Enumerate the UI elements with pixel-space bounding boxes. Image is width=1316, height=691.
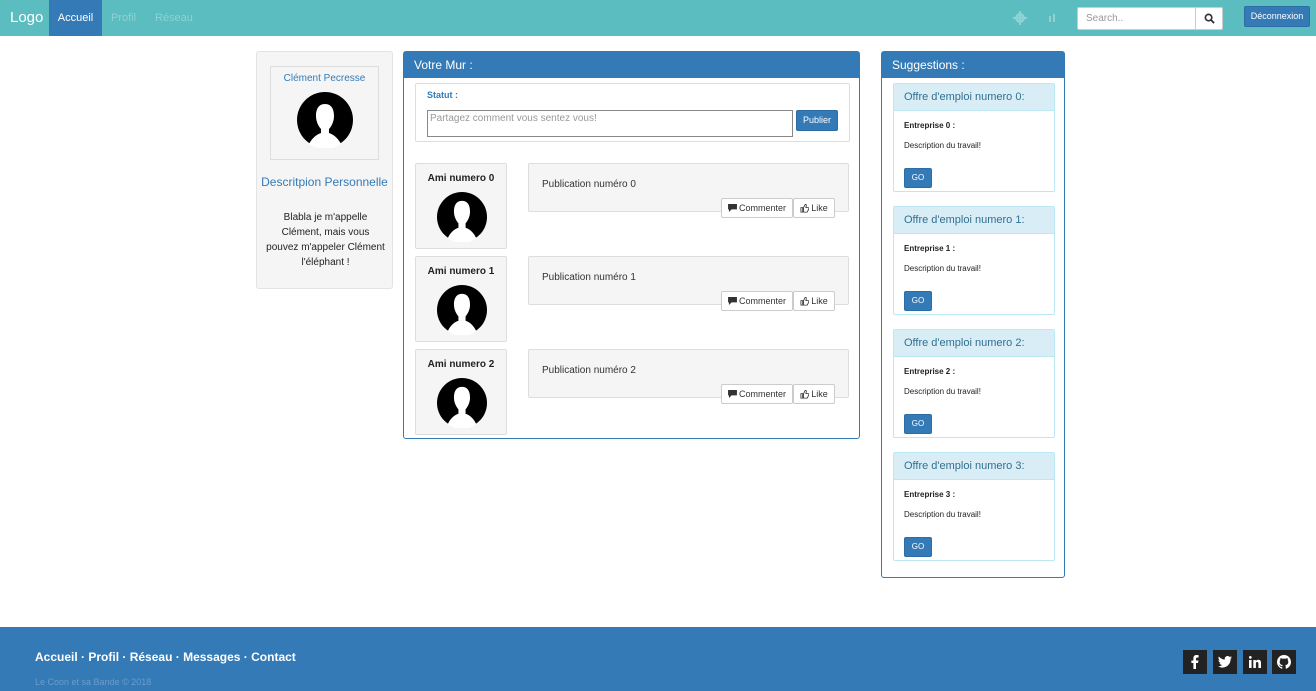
publish-button[interactable]: Publier	[796, 110, 838, 131]
post-text: Publication numéro 0	[542, 179, 636, 190]
like-button[interactable]: Like	[793, 384, 835, 404]
search-icon	[1204, 13, 1215, 24]
go-button[interactable]: GO	[904, 537, 932, 557]
search-input[interactable]	[1077, 7, 1196, 30]
gear-icon[interactable]	[1012, 10, 1028, 26]
avatar	[437, 192, 487, 242]
friend-name[interactable]: Ami numero 1	[416, 266, 506, 277]
comment-icon	[728, 297, 737, 305]
nav-item-profil[interactable]: Profil	[101, 0, 146, 36]
job-offer-company: Entreprise 0 :	[904, 121, 956, 130]
bar-chart-icon[interactable]	[1044, 10, 1060, 26]
nav-item-accueil[interactable]: Accueil	[49, 0, 102, 36]
wall-panel: Votre Mur : Statut : Partagez comment vo…	[403, 51, 860, 439]
description-text: Blabla je m'appelle Clément, mais vous p…	[266, 212, 385, 268]
friend-card[interactable]: Ami numero 1	[415, 256, 507, 342]
friend-card[interactable]: Ami numero 0	[415, 163, 507, 249]
footer-link-accueil[interactable]: Accueil	[35, 650, 78, 664]
linkedin-icon[interactable]	[1243, 650, 1267, 674]
go-button[interactable]: GO	[904, 168, 932, 188]
brand-logo[interactable]: Logo	[10, 0, 43, 36]
footer-link-contact[interactable]: Contact	[251, 650, 296, 664]
comment-label: Commenter	[738, 296, 786, 306]
footer-link-profil[interactable]: Profil	[88, 650, 119, 664]
friend-card[interactable]: Ami numero 2	[415, 349, 507, 435]
job-offer-title: Offre d'emploi numero 2:	[894, 330, 1054, 357]
friend-name[interactable]: Ami numero 2	[416, 359, 506, 370]
go-button[interactable]: GO	[904, 291, 932, 311]
job-offer-title: Offre d'emploi numero 3:	[894, 453, 1054, 480]
avatar	[297, 92, 353, 148]
job-offer-title: Offre d'emploi numero 1:	[894, 207, 1054, 234]
comment-icon	[728, 390, 737, 398]
wall-title: Votre Mur :	[404, 52, 859, 78]
thumbs-up-icon	[800, 389, 810, 399]
footer-links: Accueil · Profil · Réseau · Messages · C…	[35, 650, 296, 664]
job-offer-title: Offre d'emploi numero 0:	[894, 84, 1054, 111]
comment-button[interactable]: Commenter	[721, 291, 793, 311]
job-offer-description: Description du travail!	[904, 510, 981, 519]
status-box: Statut : Partagez comment vous sentez vo…	[415, 83, 850, 142]
like-button[interactable]: Like	[793, 291, 835, 311]
job-offer-company: Entreprise 1 :	[904, 244, 956, 253]
go-button[interactable]: GO	[904, 414, 932, 434]
like-label: Like	[811, 203, 828, 213]
thumbs-up-icon	[800, 296, 810, 306]
avatar	[437, 285, 487, 335]
profile-panel: Clément Pecresse Descritpion Personnelle…	[256, 51, 393, 289]
nav-item-reseau[interactable]: Réseau	[145, 0, 203, 36]
footer-link-reseau[interactable]: Réseau	[130, 650, 173, 664]
status-label: Statut :	[427, 90, 458, 100]
profile-card: Clément Pecresse	[270, 66, 379, 160]
copyright: Le Coon et sa Bande © 2018	[35, 677, 152, 687]
like-button[interactable]: Like	[793, 198, 835, 218]
job-offer-description: Description du travail!	[904, 264, 981, 273]
post-text: Publication numéro 2	[542, 365, 636, 376]
search-button[interactable]	[1195, 7, 1223, 30]
navbar: Logo Accueil Profil Réseau Déconnexion	[0, 0, 1316, 36]
comment-button[interactable]: Commenter	[721, 384, 793, 404]
like-label: Like	[811, 296, 828, 306]
job-offer-card: Offre d'emploi numero 3: Entreprise 3 : …	[893, 452, 1055, 561]
comment-button[interactable]: Commenter	[721, 198, 793, 218]
footer: Accueil · Profil · Réseau · Messages · C…	[0, 627, 1316, 691]
github-icon[interactable]	[1272, 650, 1296, 674]
avatar	[437, 378, 487, 428]
job-offer-company: Entreprise 3 :	[904, 490, 956, 499]
suggestions-title: Suggestions :	[882, 52, 1064, 78]
friend-name[interactable]: Ami numero 0	[416, 173, 506, 184]
job-offer-card: Offre d'emploi numero 2: Entreprise 2 : …	[893, 329, 1055, 438]
like-label: Like	[811, 389, 828, 399]
thumbs-up-icon	[800, 203, 810, 213]
job-offer-description: Description du travail!	[904, 387, 981, 396]
comment-label: Commenter	[738, 203, 786, 213]
suggestions-panel: Suggestions : Offre d'emploi numero 0: E…	[881, 51, 1065, 578]
twitter-icon[interactable]	[1213, 650, 1237, 674]
status-input[interactable]: Partagez comment vous sentez vous!	[427, 110, 793, 137]
logout-button[interactable]: Déconnexion	[1244, 6, 1310, 27]
job-offer-card: Offre d'emploi numero 1: Entreprise 1 : …	[893, 206, 1055, 315]
footer-link-messages[interactable]: Messages	[183, 650, 240, 664]
post-text: Publication numéro 1	[542, 272, 636, 283]
description-title: Descritpion Personnelle	[261, 175, 388, 189]
comment-icon	[728, 204, 737, 212]
job-offer-card: Offre d'emploi numero 0: Entreprise 0 : …	[893, 83, 1055, 192]
comment-label: Commenter	[738, 389, 786, 399]
facebook-icon[interactable]	[1183, 650, 1207, 674]
job-offer-company: Entreprise 2 :	[904, 367, 956, 376]
profile-name[interactable]: Clément Pecresse	[271, 73, 378, 84]
job-offer-description: Description du travail!	[904, 141, 981, 150]
